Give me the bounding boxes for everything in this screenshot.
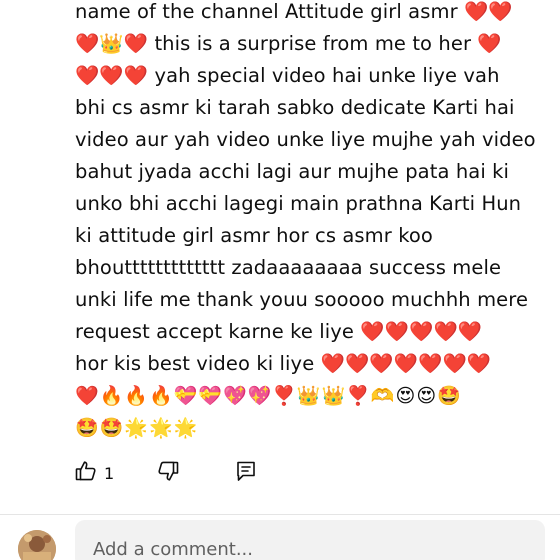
comment-line: ki attitude girl asmr hor cs asmr koo [75, 224, 433, 247]
comment-line: video aur yah video unke liye mujhe yah … [75, 128, 536, 151]
comment-action-bar: 1 [74, 458, 258, 488]
comment-line: ❤️👑❤️ this is a surprise from me to her … [75, 32, 502, 55]
comment-line: ❤️❤️❤️ yah special video hai unke liye v… [75, 64, 500, 87]
comment-line: bhi cs asmr ki tarah sabko dedicate Kart… [75, 96, 515, 119]
avatar [18, 530, 56, 560]
comment-line: hor kis best video ki liye ❤️❤️❤️❤️❤️❤️❤… [75, 352, 492, 375]
comment-composer: Add a comment... [0, 515, 560, 560]
like-count: 1 [104, 463, 115, 483]
comment-emoji-line: ❤️🔥🔥🔥💝💝💖💖❣️👑👑❣️🫶😍😍🤩 [75, 385, 462, 407]
comment-line: unki life me thank youu sooooo muchhh me… [75, 288, 529, 311]
comment-line: request accept karne ke liye ❤️❤️❤️❤️❤️ [75, 320, 483, 343]
thumbs-up-icon [74, 459, 98, 487]
comment-line: unko bhi acchi lagegi main prathna Karti… [75, 192, 522, 215]
comment-text: name of the channel Attitude girl asmr ❤… [75, 0, 545, 444]
reply-comment-icon [234, 459, 258, 487]
thumbs-down-icon [156, 459, 180, 487]
dislike-button[interactable] [156, 459, 180, 487]
comment-line: bhouttttttttttttt zadaaaaaaaa success me… [75, 256, 502, 279]
comment-emoji-line: 🤩🤩🌟🌟🌟 [75, 417, 199, 439]
comment-line: name of the channel Attitude girl asmr ❤… [75, 0, 513, 23]
like-button[interactable]: 1 [74, 459, 114, 487]
comment-line: bahut jyada acchi lagi aur mujhe pata ha… [75, 160, 510, 183]
add-comment-input[interactable]: Add a comment... [75, 520, 545, 560]
comment-thread-page: name of the channel Attitude girl asmr ❤… [0, 0, 560, 560]
reply-button[interactable] [234, 459, 258, 487]
